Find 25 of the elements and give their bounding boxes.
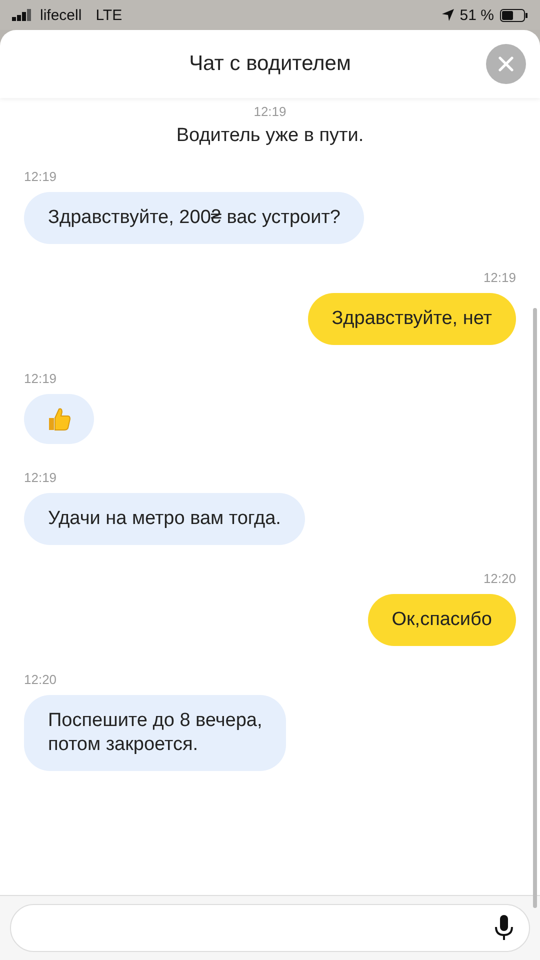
carrier-name: lifecell <box>40 6 82 24</box>
battery-icon <box>500 8 528 22</box>
chat-title: Чат с водителем <box>189 52 351 76</box>
thumbs-up-icon <box>46 406 72 432</box>
location-arrow-icon <box>442 9 454 21</box>
message-time: 12:19 <box>483 270 516 285</box>
message-bubble: Ок,спасибо <box>368 594 516 646</box>
message-bubble: Здравствуйте, нет <box>308 293 516 345</box>
message-time: 12:19 <box>24 470 57 485</box>
message-time: 12:20 <box>483 571 516 586</box>
message-time: 12:19 <box>254 104 286 119</box>
message-bubble: Поспешите до 8 вечера, потом закроется. <box>24 695 286 771</box>
network-type: LTE <box>96 6 122 24</box>
message-time: 12:20 <box>24 672 57 687</box>
system-message: Водитель уже в пути. <box>176 125 364 147</box>
close-button[interactable] <box>486 44 526 84</box>
microphone-icon[interactable] <box>495 915 513 941</box>
message-input-field[interactable] <box>10 904 530 952</box>
battery-percent: 51 % <box>460 6 494 24</box>
signal-icon <box>12 9 34 21</box>
message-time: 12:19 <box>24 169 57 184</box>
message-bubble: Здравствуйте, 200₴ вас устроит? <box>24 192 364 244</box>
message-bubble: Удачи на метро вам тогда. <box>24 493 305 545</box>
close-icon <box>498 56 514 72</box>
message-time: 12:19 <box>24 371 57 386</box>
